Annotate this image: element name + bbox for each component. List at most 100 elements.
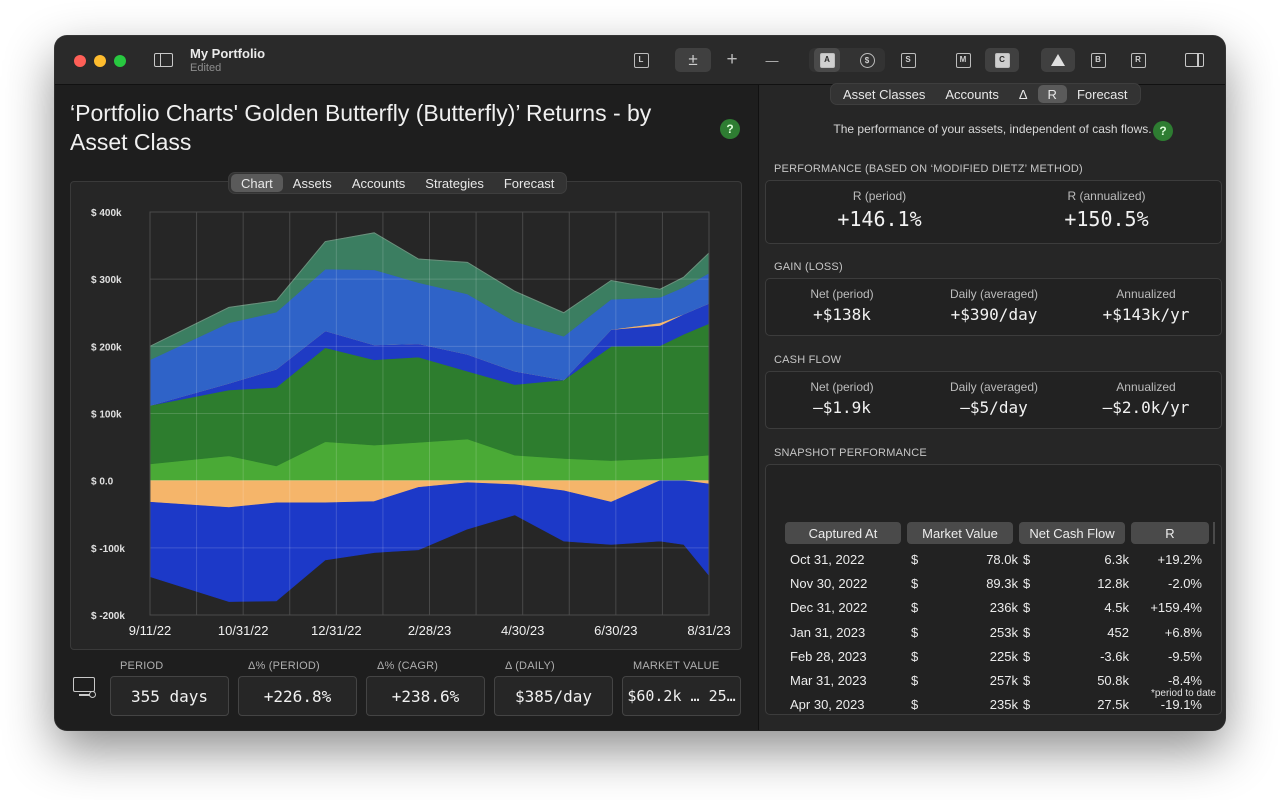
toolbar-m-button[interactable]: M <box>951 48 975 72</box>
toolbar-add-button[interactable]: + <box>720 48 744 72</box>
table-row[interactable]: Oct 31, 2022 $78.0k $6.3k +19.2% <box>790 548 1215 572</box>
row-net-cash-flow: 50.8k <box>1097 673 1129 688</box>
gain-annual-value: +$143k/yr <box>1102 305 1190 324</box>
minimize-window-button[interactable] <box>94 55 106 67</box>
row-r: -8.4% <box>1168 673 1202 688</box>
x-tick-label: 6/30/23 <box>594 623 637 638</box>
snapshot-footnote: *period to date <box>1150 688 1216 699</box>
tab-summary-accounts[interactable]: Accounts <box>935 85 1008 103</box>
c-box-icon: C <box>994 52 1010 68</box>
row-net-cash-flow: 4.5k <box>1104 600 1129 616</box>
area-chart[interactable]: $ 400k $ 300k $ 200k $ 100k $ 0.0 $ -100k $ -2… <box>71 182 741 649</box>
row-mv-currency: $ <box>911 576 919 592</box>
row-r: +159.4% <box>1150 600 1202 616</box>
a-box-icon: A <box>819 52 835 68</box>
summary-tab-bar: Asset Classes Accounts Δ R Forecast <box>831 84 1140 104</box>
display-icon[interactable] <box>73 677 96 699</box>
cashflow-panel: Net (period) –$1.9k Daily (averaged) –$5… <box>765 371 1222 429</box>
toolbar-l-button[interactable]: L <box>629 48 653 72</box>
r-period-cell: R (period) +146.1% <box>766 189 993 231</box>
toolbar-remove-button[interactable]: — <box>760 48 784 72</box>
y-tick-label: $ 0.0 <box>91 477 114 488</box>
window-title: My Portfolio <box>190 46 266 61</box>
cf-daily-label: Daily (averaged) <box>949 380 1039 394</box>
tab-strategies[interactable]: Strategies <box>415 174 494 192</box>
r-period-label: R (period) <box>852 189 907 203</box>
minus-icon: — <box>765 52 779 68</box>
gain-net-value: +$138k <box>813 305 871 324</box>
tab-forecast[interactable]: Forecast <box>494 174 565 192</box>
toolbar-triangle-button[interactable] <box>1041 48 1075 72</box>
r-box-icon: R <box>1130 52 1146 68</box>
row-r: +6.8% <box>1164 624 1202 640</box>
column-net-cash-flow[interactable]: Net Cash Flow <box>1019 522 1125 544</box>
b-box-icon: B <box>1090 52 1106 68</box>
column-divider <box>1213 522 1215 544</box>
row-r: +19.2% <box>1157 552 1202 567</box>
help-button[interactable]: ? <box>720 119 740 139</box>
toolbar-a-button[interactable]: A <box>814 48 840 72</box>
row-ncf-currency: $ <box>1023 648 1031 664</box>
inspector-toggle-button[interactable] <box>1182 48 1206 72</box>
row-date: Feb 28, 2023 <box>790 648 867 664</box>
gain-header: GAIN (LOSS) <box>774 261 843 273</box>
toolbar-r-button[interactable]: R <box>1126 48 1150 72</box>
gain-daily-cell: Daily (averaged) +$390/day <box>918 287 1070 324</box>
row-net-cash-flow: 27.5k <box>1097 697 1129 713</box>
inspector-icon <box>1184 53 1204 67</box>
zoom-window-button[interactable] <box>114 55 126 67</box>
tab-asset-classes[interactable]: Asset Classes <box>833 85 935 103</box>
plus-minus-icon: ± <box>688 50 698 69</box>
gain-net-cell: Net (period) +$138k <box>766 287 918 324</box>
gain-panel: Net (period) +$138k Daily (averaged) +$3… <box>765 278 1222 336</box>
cf-net-value: –$1.9k <box>813 398 871 417</box>
row-net-cash-flow: 12.8k <box>1097 576 1129 592</box>
y-tick-label: $ 300k <box>91 275 122 286</box>
column-r[interactable]: R <box>1131 522 1209 544</box>
row-date: Jan 31, 2023 <box>790 624 866 640</box>
table-row[interactable]: Dec 31, 2022 $236k $4.5k +159.4% <box>790 596 1215 620</box>
row-net-cash-flow: 452 <box>1107 624 1129 640</box>
x-tick-label: 12/31/22 <box>311 623 362 638</box>
tab-summary-forecast[interactable]: Forecast <box>1067 85 1138 103</box>
performance-panel: R (period) +146.1% R (annualized) +150.5… <box>765 180 1222 244</box>
row-mv-currency: $ <box>911 648 919 664</box>
table-row[interactable]: Nov 30, 2022 $89.3k $12.8k -2.0% <box>790 572 1215 596</box>
sidebar-toggle-button[interactable] <box>151 48 175 72</box>
column-market-value[interactable]: Market Value <box>907 522 1013 544</box>
toolbar-s-button[interactable]: S <box>896 48 920 72</box>
toolbar-plusminus-button[interactable]: ± <box>675 48 711 72</box>
table-row[interactable]: Jan 31, 2023 $253k $452 +6.8% <box>790 621 1215 645</box>
row-ncf-currency: $ <box>1023 697 1031 713</box>
chart-tab-bar: Chart Assets Accounts Strategies Forecas… <box>229 173 567 193</box>
gain-net-label: Net (period) <box>810 287 874 301</box>
tab-returns[interactable]: R <box>1037 85 1067 103</box>
summary-help-button[interactable]: ? <box>1153 121 1173 141</box>
toolbar-dollar-button[interactable]: $ <box>855 48 879 72</box>
close-window-button[interactable] <box>74 55 86 67</box>
row-mv-currency: $ <box>911 600 919 616</box>
tab-delta[interactable]: Δ <box>1009 85 1038 103</box>
row-market-value: 225k <box>989 648 1018 664</box>
toolbar-c-button[interactable]: C <box>985 48 1019 72</box>
m-box-icon: M <box>955 52 971 68</box>
column-captured-at[interactable]: Captured At <box>785 522 901 544</box>
row-mv-currency: $ <box>911 673 919 688</box>
table-row[interactable]: Feb 28, 2023 $225k $ -3.6k -9.5% <box>790 645 1215 669</box>
gain-daily-value: +$390/day <box>950 305 1038 324</box>
l-box-icon: L <box>633 52 649 68</box>
row-market-value: 253k <box>989 624 1018 640</box>
plus-icon: + <box>726 49 738 70</box>
stat-cagr: +238.6% <box>366 676 485 716</box>
tab-chart[interactable]: Chart <box>231 174 283 192</box>
row-date: Nov 30, 2022 <box>790 576 868 592</box>
sidebar-icon <box>153 53 173 67</box>
cf-annual-cell: Annualized –$2.0k/yr <box>1070 380 1222 417</box>
stat-period: 355 days <box>110 676 229 716</box>
row-mv-currency: $ <box>911 697 919 713</box>
x-tick-label: 10/31/22 <box>218 623 269 638</box>
tab-assets[interactable]: Assets <box>283 174 342 192</box>
row-ncf-currency: $ <box>1023 576 1031 592</box>
toolbar-b-button[interactable]: B <box>1086 48 1110 72</box>
tab-accounts[interactable]: Accounts <box>342 174 415 192</box>
